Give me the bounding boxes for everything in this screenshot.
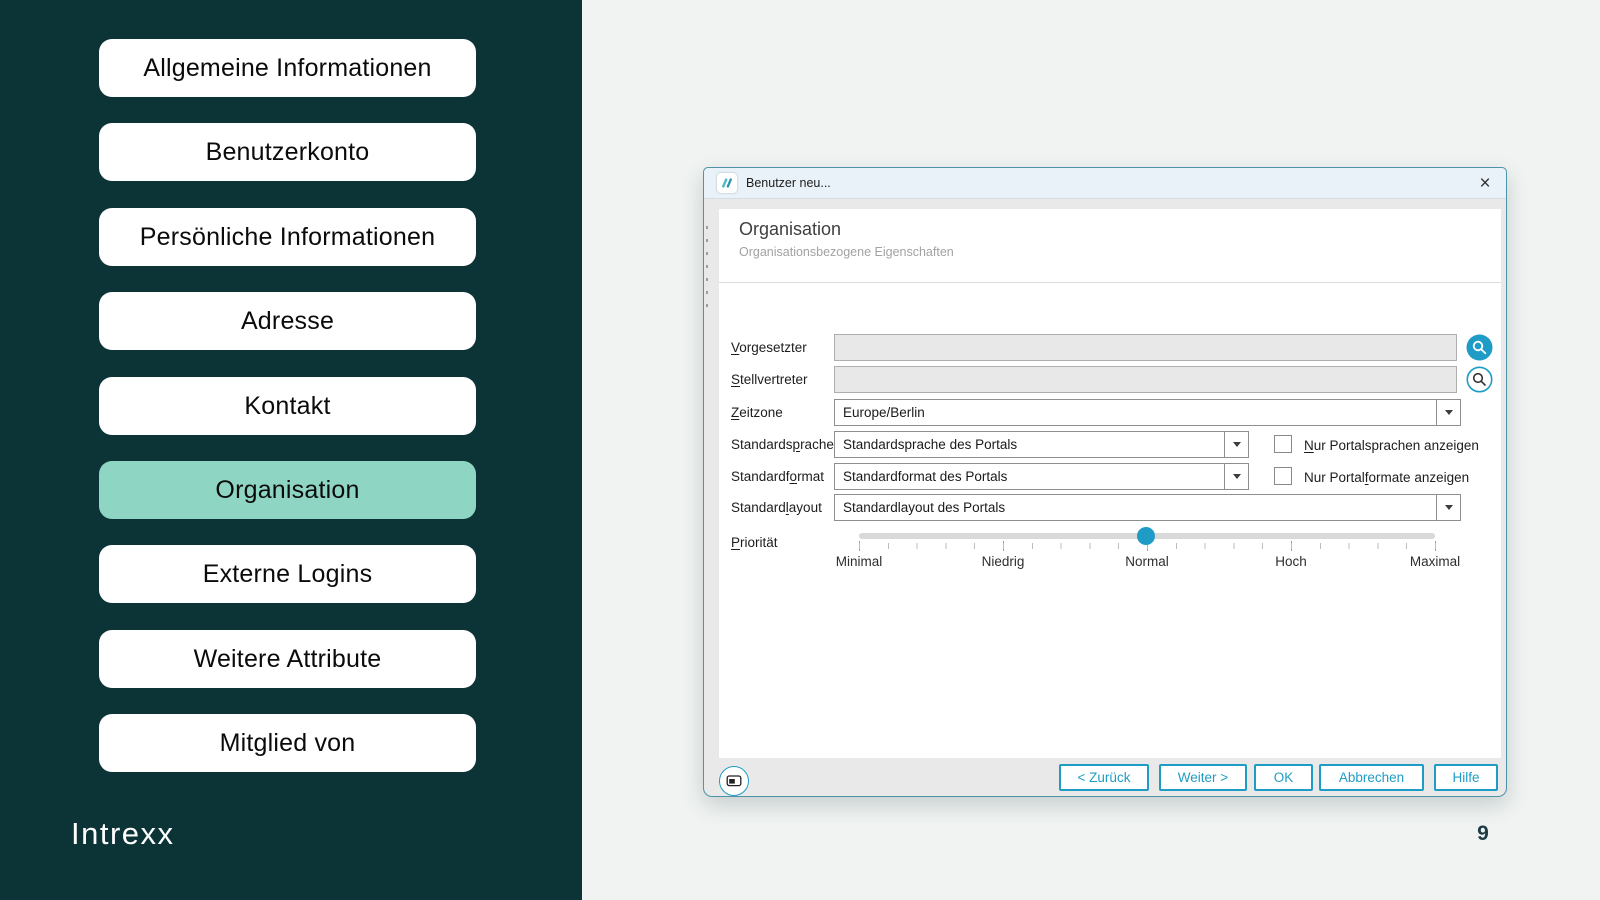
intrexx-app-icon [717,173,737,193]
cancel-button[interactable]: Abbrechen [1319,764,1424,791]
help-button[interactable]: Hilfe [1434,764,1498,791]
stellvertreter-search-button[interactable] [1466,366,1493,393]
sidebar-item-mitglied-von[interactable]: Mitglied von [99,714,476,772]
intrexx-logo: Intrexx [71,816,175,852]
benutzer-neu-dialog: Benutzer neu... × Organisation Organisat… [703,167,1507,797]
page-subtitle: Organisationsbezogene Eigenschaften [739,245,954,259]
sidebar-item-organisation[interactable]: Organisation [99,461,476,519]
vorgesetzter-label: Vorgesetzter [731,334,807,361]
search-icon [1466,366,1493,393]
next-button[interactable]: Weiter > [1159,764,1247,791]
close-icon[interactable]: × [1472,171,1498,195]
chevron-down-icon[interactable] [1224,432,1248,457]
scale-label-niedrig: Niedrig [982,554,1025,569]
organisation-form: Vorgesetzter Stellvertreter [719,283,1501,758]
standardsprache-value: Standardsprache des Portals [835,437,1224,452]
chevron-down-icon[interactable] [1436,495,1460,520]
back-button[interactable]: < Zurück [1059,764,1149,791]
standardsprache-select[interactable]: Standardsprache des Portals [834,431,1249,458]
intrexx-slashes-icon [720,176,734,190]
page-number: 9 [1468,822,1498,846]
sidebar-item-weitere-attribute[interactable]: Weitere Attribute [99,630,476,688]
standardformat-label: Standardformat [731,463,824,490]
chevron-down-icon[interactable] [1224,464,1248,489]
slide: Allgemeine Informationen Benutzerkonto P… [0,0,1600,900]
prioritaet-label: Priorität [731,529,778,556]
scale-label-minimal: Minimal [836,554,883,569]
sidebar-item-adresse[interactable]: Adresse [99,292,476,350]
zeitzone-select[interactable]: Europe/Berlin [834,399,1461,426]
search-icon [1466,334,1493,361]
dialog-title: Benutzer neu... [746,176,831,190]
standardformat-value: Standardformat des Portals [835,469,1224,484]
standardsprache-label: Standardsprache [731,431,834,458]
monitor-icon [726,774,742,788]
standardformat-select[interactable]: Standardformat des Portals [834,463,1249,490]
sidebar-item-benutzerkonto[interactable]: Benutzerkonto [99,123,476,181]
stellvertreter-label: Stellvertreter [731,366,808,393]
dialog-titlebar[interactable]: Benutzer neu... × [704,168,1506,199]
standardlayout-select[interactable]: Standardlayout des Portals [834,494,1461,521]
nur-portalformate-checkbox[interactable] [1274,467,1292,485]
nur-portalsprachen-checkbox[interactable] [1274,435,1292,453]
scale-label-hoch: Hoch [1275,554,1307,569]
preview-button[interactable] [719,766,749,796]
sidebar: Allgemeine Informationen Benutzerkonto P… [0,0,582,900]
page-title: Organisation [739,219,841,240]
scale-label-maximal: Maximal [1410,554,1460,569]
zeitzone-value: Europe/Berlin [835,405,1436,420]
standardlayout-value: Standardlayout des Portals [835,500,1436,515]
standardlayout-label: Standardlayout [731,494,822,521]
nur-portalsprachen-label: Nur Portalsprachen anzeigen [1304,438,1479,453]
dialog-content-card: Organisation Organisationsbezogene Eigen… [719,209,1501,758]
sidebar-item-persoenliche-informationen[interactable]: Persönliche Informationen [99,208,476,266]
sidebar-item-allgemeine-informationen[interactable]: Allgemeine Informationen [99,39,476,97]
chevron-down-icon[interactable] [1436,400,1460,425]
vorgesetzter-input[interactable] [834,334,1457,361]
left-gutter-artifact [706,226,708,316]
ok-button[interactable]: OK [1254,764,1313,791]
wizard-page-header: Organisation Organisationsbezogene Eigen… [719,209,1501,283]
zeitzone-label: Zeitzone [731,399,783,426]
vorgesetzter-search-button[interactable] [1466,334,1493,361]
nur-portalformate-label: Nur Portalformate anzeigen [1304,470,1469,485]
scale-label-normal: Normal [1125,554,1169,569]
sidebar-item-externe-logins[interactable]: Externe Logins [99,545,476,603]
prioritaet-slider-thumb[interactable] [1137,527,1155,545]
stellvertreter-input[interactable] [834,366,1457,393]
sidebar-item-kontakt[interactable]: Kontakt [99,377,476,435]
